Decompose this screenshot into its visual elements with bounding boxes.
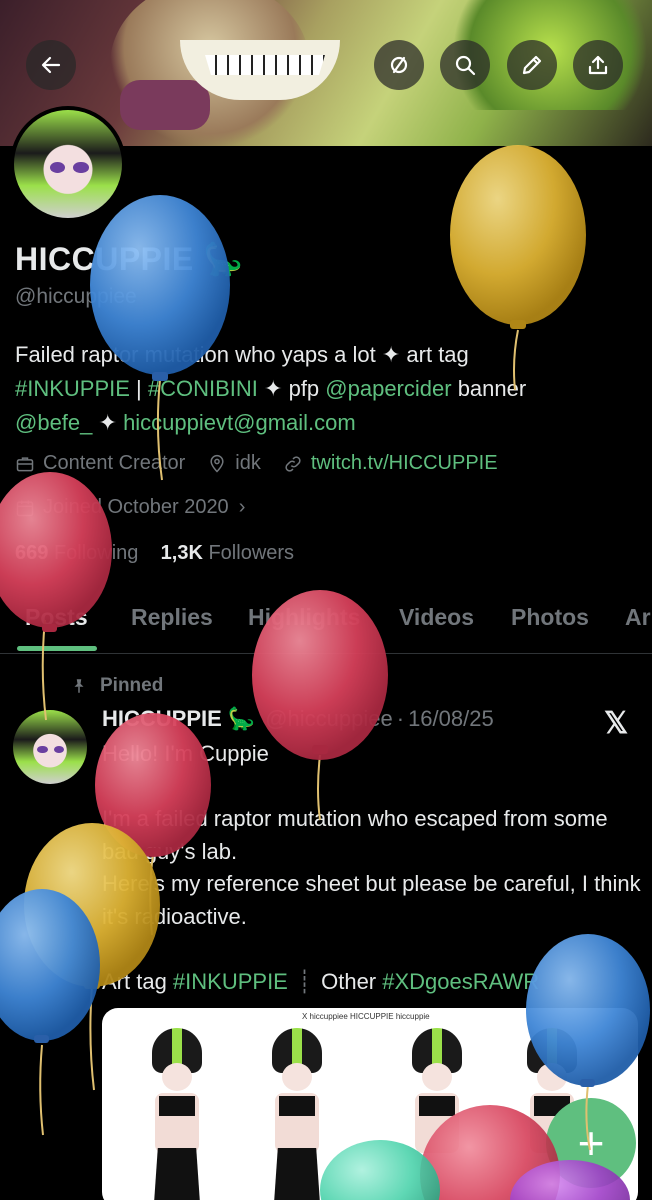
briefcase-icon: [16, 456, 34, 471]
mention-papercider-link[interactable]: @papercider: [325, 376, 451, 401]
active-tab-indicator: [17, 646, 97, 651]
dinosaur-emoji: 🦕: [203, 241, 244, 277]
post-author-handle[interactable]: @hiccuppiee: [265, 706, 393, 732]
hide-icon: [390, 56, 408, 74]
post-dot: ·: [396, 706, 405, 731]
website-item[interactable]: twitch.tv/HICCUPPIE: [283, 452, 498, 475]
follow-stats: 669 Following 1,3K Followers: [15, 542, 294, 565]
link-icon: [285, 455, 301, 472]
pinned-label: Pinned: [70, 675, 163, 697]
share-icon: [588, 55, 608, 75]
joined-date[interactable]: Joined October 2020 ›: [15, 496, 245, 519]
search-button[interactable]: [440, 40, 490, 90]
chevron-right-icon: ›: [238, 496, 246, 518]
arrow-left-icon: [41, 56, 61, 74]
pin-icon: [74, 679, 84, 693]
email-link[interactable]: hiccuppievt@gmail.com: [123, 410, 356, 435]
hashtag-inkuppie-link[interactable]: #INKUPPIE: [15, 376, 130, 401]
search-icon: [455, 55, 476, 76]
profile-avatar[interactable]: [10, 106, 126, 222]
tab-photos[interactable]: Photos: [511, 604, 589, 631]
website-link[interactable]: twitch.tv/HICCUPPIE: [311, 452, 498, 475]
profile-tabs: Posts Replies Highlights Videos Photos A…: [0, 600, 652, 654]
post-date[interactable]: 16/08/25: [408, 706, 494, 732]
tab-articles[interactable]: Ar: [625, 604, 651, 631]
profile-bio: Failed raptor mutation who yaps a lot ✦ …: [15, 342, 527, 435]
edit-button[interactable]: [507, 40, 557, 90]
back-button[interactable]: [26, 40, 76, 90]
hashtag-xdgoesrawr-link[interactable]: #XDgoesRAWR: [382, 969, 539, 994]
mention-befe-link[interactable]: @befe_: [15, 410, 92, 435]
post-author-avatar[interactable]: [13, 710, 87, 784]
following-link[interactable]: 669 Following: [15, 542, 138, 564]
profile-name: HICCUPPIE 🦕: [15, 241, 244, 277]
dinosaur-emoji: 🦕: [227, 706, 256, 731]
post-text: Hello! I'm Cuppie I'm a failed raptor mu…: [102, 741, 641, 994]
hide-button[interactable]: [374, 40, 424, 90]
calendar-icon: [16, 500, 34, 516]
media-header-text: X hiccuppiee HICCUPPIE hiccuppie: [302, 1012, 430, 1021]
hashtag-conibini-link[interactable]: #CONIBINI: [148, 376, 258, 401]
profile-meta: Content Creator idk twitch.tv/HICCUPPIE: [15, 452, 520, 475]
post-author-name[interactable]: HICCUPPIE: [102, 706, 222, 732]
location-item: idk: [207, 452, 261, 475]
tab-posts[interactable]: Posts: [25, 604, 88, 631]
post-header: HICCUPPIE 🦕 @hiccuppiee · 16/08/25: [102, 706, 494, 732]
tab-highlights[interactable]: Highlights: [248, 604, 360, 631]
tab-videos[interactable]: Videos: [399, 604, 474, 631]
tab-replies[interactable]: Replies: [131, 604, 213, 631]
edit-icon: [522, 55, 542, 75]
followers-link[interactable]: 1,3K Followers: [161, 542, 294, 564]
hashtag-inkuppie-post-link[interactable]: #INKUPPIE: [173, 969, 288, 994]
location-pin-icon: [210, 454, 224, 473]
x-logo-icon: 𝕏: [604, 707, 629, 740]
category-item: Content Creator: [15, 452, 185, 475]
compose-button[interactable]: +: [546, 1098, 636, 1188]
share-button[interactable]: [573, 40, 623, 90]
profile-handle: @hiccuppiee: [15, 285, 137, 308]
